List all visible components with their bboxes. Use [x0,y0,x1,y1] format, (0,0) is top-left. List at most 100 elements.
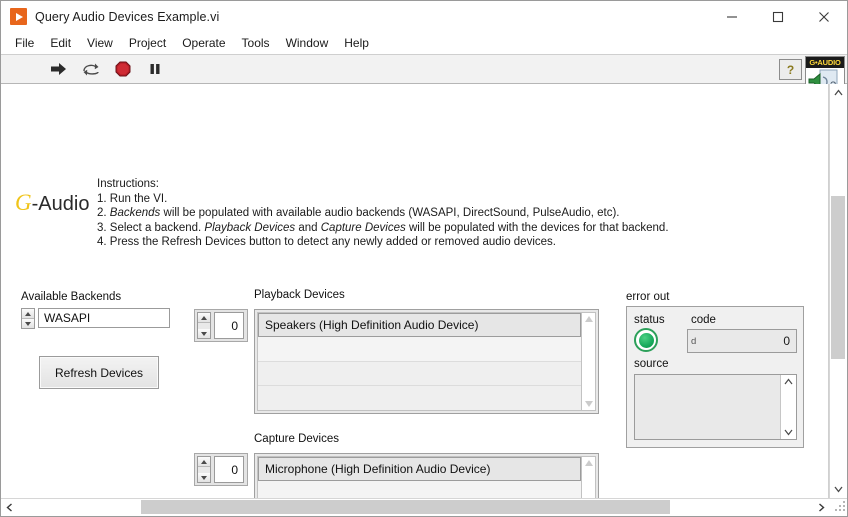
scroll-left-button[interactable] [1,499,18,516]
resize-grip[interactable] [830,499,847,516]
menu-bar: File Edit View Project Operate Tools Win… [1,32,847,55]
horizontal-scroll-thumb[interactable] [141,500,670,514]
capture-index-spinner-down[interactable] [198,473,210,482]
capture-index-spinner-up[interactable] [198,457,210,467]
playback-index-spinner-up[interactable] [198,313,210,323]
triangle-down-icon [201,331,207,336]
menu-item-window[interactable]: Window [278,34,337,53]
menu-item-tools[interactable]: Tools [234,34,278,53]
capture-index-spinner[interactable] [197,456,211,483]
error-code-label: code [691,314,716,326]
minimize-button[interactable] [709,1,755,32]
backends-spinner[interactable] [21,308,35,329]
instructions-line-2: 2. Backends will be populated with avail… [97,206,669,221]
list-item[interactable] [258,361,581,386]
context-help-button[interactable]: ? [779,59,802,80]
instructions-line-3-mid: and [295,221,321,234]
window-controls [709,1,847,32]
close-button[interactable] [801,1,847,32]
stop-octagon-icon [115,61,130,77]
scroll-down-button[interactable] [830,481,847,498]
capture-devices-listbox[interactable]: Microphone (High Definition Audio Device… [254,453,599,498]
instructions-line-3-emphasis-2: Capture Devices [320,221,406,234]
scroll-right-button[interactable] [813,499,830,516]
list-item[interactable]: Speakers (High Definition Audio Device) [258,313,581,338]
capture-index-control[interactable]: 0 [194,453,248,486]
instructions-line-1: 1. Run the VI. [97,192,168,205]
maximize-button[interactable] [755,1,801,32]
available-backends-label: Available Backends [21,291,122,303]
front-panel-area: G-Audio Instructions: 1. Run the VI. 2. … [1,84,847,498]
scroll-down-icon[interactable] [584,401,593,407]
list-item[interactable]: Microphone (High Definition Audio Device… [258,457,581,482]
vertical-scroll-thumb[interactable] [831,196,845,360]
menu-item-edit[interactable]: Edit [42,34,79,53]
vi-toolbar: ? G•AUDIO ? [1,55,847,100]
playback-index-control[interactable]: 0 [194,309,248,342]
panel-vertical-scrollbar[interactable] [829,84,847,498]
error-source-value[interactable] [635,375,780,439]
capture-index-value[interactable]: 0 [214,456,244,483]
error-code-field[interactable]: d 0 [687,329,797,353]
chevron-left-icon [6,503,12,512]
list-item[interactable] [258,337,581,362]
instructions-line-2-post: will be populated with available audio b… [160,207,620,220]
pause-icon [150,64,159,74]
chevron-up-icon [834,89,843,96]
available-backends-control[interactable]: WASAPI [21,308,170,329]
instructions-line-3: 3. Select a backend. Playback Devices an… [97,221,669,236]
error-source-scrollbar[interactable] [780,375,796,439]
playback-index-spinner-down[interactable] [198,329,210,338]
refresh-devices-button[interactable]: Refresh Devices [39,356,159,389]
gaudio-wordmark-rest: -Audio [31,193,90,215]
menu-item-project[interactable]: Project [121,34,174,53]
error-status-led[interactable] [634,328,658,352]
chevron-right-icon [819,503,825,512]
scroll-up-icon[interactable] [584,316,593,322]
error-out-label: error out [626,291,670,303]
pause-button[interactable] [145,60,164,79]
run-arrow-icon [50,63,66,75]
playback-devices-label: Playback Devices [254,289,345,301]
instructions-block: Instructions: 1. Run the VI. 2. Backends… [97,177,669,250]
capture-devices-scrollbar[interactable] [581,456,596,498]
list-item[interactable] [258,385,581,410]
vertical-scroll-track[interactable] [830,101,847,481]
triangle-down-icon [25,321,31,326]
capture-devices-label: Capture Devices [254,433,340,445]
horizontal-scroll-track[interactable] [18,499,813,516]
maximize-icon [772,11,784,22]
error-source-field[interactable] [634,374,797,440]
run-continuously-button[interactable] [81,60,100,79]
list-item[interactable] [258,481,581,498]
backends-spinner-up[interactable] [22,309,34,319]
panel-horizontal-scrollbar[interactable] [1,498,847,516]
instructions-line-2-pre: 2. [97,207,110,220]
playback-index-value[interactable]: 0 [214,312,244,339]
backends-spinner-down[interactable] [22,319,34,328]
chevron-up-icon[interactable] [784,378,793,385]
vi-app-icon [10,8,27,25]
gaudio-logo-banner: G•AUDIO [806,57,844,68]
playback-devices-rows: Speakers (High Definition Audio Device) [257,312,581,411]
abort-execution-button[interactable] [113,60,132,79]
menu-item-help[interactable]: Help [336,34,377,53]
menu-item-view[interactable]: View [79,34,121,53]
playback-index-spinner[interactable] [197,312,211,339]
chevron-down-icon[interactable] [784,429,793,436]
menu-item-operate[interactable]: Operate [174,34,233,53]
playback-devices-listbox[interactable]: Speakers (High Definition Audio Device) [254,309,599,414]
gaudio-wordmark: G-Audio [15,190,89,216]
status-led-inner [638,332,654,348]
error-code-caret: d [691,335,697,347]
run-button[interactable] [49,60,68,79]
instructions-line-3-pre: 3. Select a backend. [97,221,205,234]
window-title: Query Audio Devices Example.vi [35,9,220,24]
menu-item-file[interactable]: File [7,34,42,53]
front-panel-canvas: G-Audio Instructions: 1. Run the VI. 2. … [1,84,829,498]
backends-value-field[interactable]: WASAPI [38,308,170,328]
scroll-up-button[interactable] [830,84,847,101]
playback-devices-scrollbar[interactable] [581,312,596,411]
scroll-up-icon[interactable] [584,460,593,466]
triangle-up-icon [201,315,207,320]
